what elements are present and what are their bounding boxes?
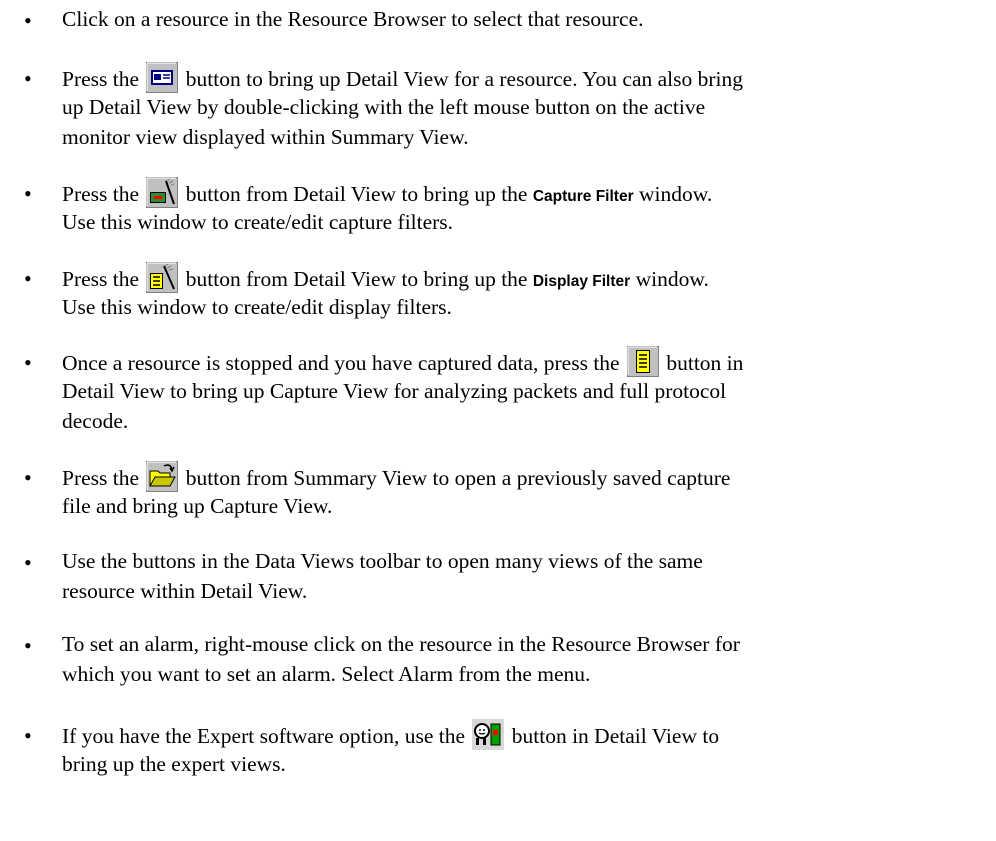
document-page: • Click on a resource in the Resource Br… [0, 0, 996, 841]
list-item-text: Press the [62, 182, 140, 206]
list-item-text: Use this window to create/edit display f… [62, 295, 452, 319]
open-file-icon [146, 461, 179, 492]
list-item-text: If you have the Expert software option, … [62, 724, 465, 748]
list-item-text: file and bring up Capture View. [62, 494, 333, 518]
list-item-text: Press the [62, 267, 140, 291]
display-filter-icon [146, 262, 179, 293]
list-item-text: decode. [62, 409, 129, 433]
list-item-text: window. [638, 182, 713, 206]
bullet: • [24, 465, 32, 490]
list-item-text: button to bring up Detail View for a res… [185, 67, 744, 91]
list-item-text: Press the [62, 466, 140, 490]
bullet: • [24, 8, 32, 33]
list-item-text: Click on a resource in the Resource Brow… [62, 7, 644, 31]
expert-icon [472, 719, 505, 750]
list-item-text: window. [635, 267, 709, 291]
bullet: • [24, 181, 32, 206]
list-item-text: To set an alarm, right-mouse click on th… [62, 632, 740, 656]
bullet: • [24, 723, 32, 748]
list-item-text: Press the [62, 67, 140, 91]
capture-filter-icon [146, 177, 179, 208]
bullet: • [24, 633, 32, 658]
bullet: • [24, 266, 32, 291]
list-item-text: Use the buttons in the Data Views toolba… [62, 549, 703, 573]
list-item-text: Detail View to bring up Capture View for… [62, 379, 727, 403]
capture-filter-term: Capture Filter [532, 188, 634, 205]
list-item-text: button from Detail View to bring up the [185, 267, 528, 291]
list-item-text: which you want to set an alarm. Select A… [62, 662, 591, 686]
display-filter-term: Display Filter [532, 273, 631, 290]
list-item-text: resource within Detail View. [62, 579, 308, 603]
list-item-text: button from Detail View to bring up the [185, 182, 528, 206]
list-item-text: monitor view displayed within Summary Vi… [62, 125, 469, 149]
list-item-text: up Detail View by double-clicking with t… [62, 95, 706, 119]
list-item-text: Once a resource is stopped and you have … [62, 351, 620, 375]
list-item-text: bring up the expert views. [62, 752, 286, 776]
list-item-text: button from Summary View to open a previ… [185, 466, 731, 490]
bullet: • [24, 350, 32, 375]
detail-view-icon [146, 62, 179, 93]
list-item-text: button in Detail View to [511, 724, 720, 748]
capture-view-icon [626, 346, 659, 377]
list-item-text: button in [666, 351, 744, 375]
bullet: • [24, 66, 32, 91]
bullet: • [24, 550, 32, 575]
list-item-text: Use this window to create/edit capture f… [62, 210, 454, 234]
